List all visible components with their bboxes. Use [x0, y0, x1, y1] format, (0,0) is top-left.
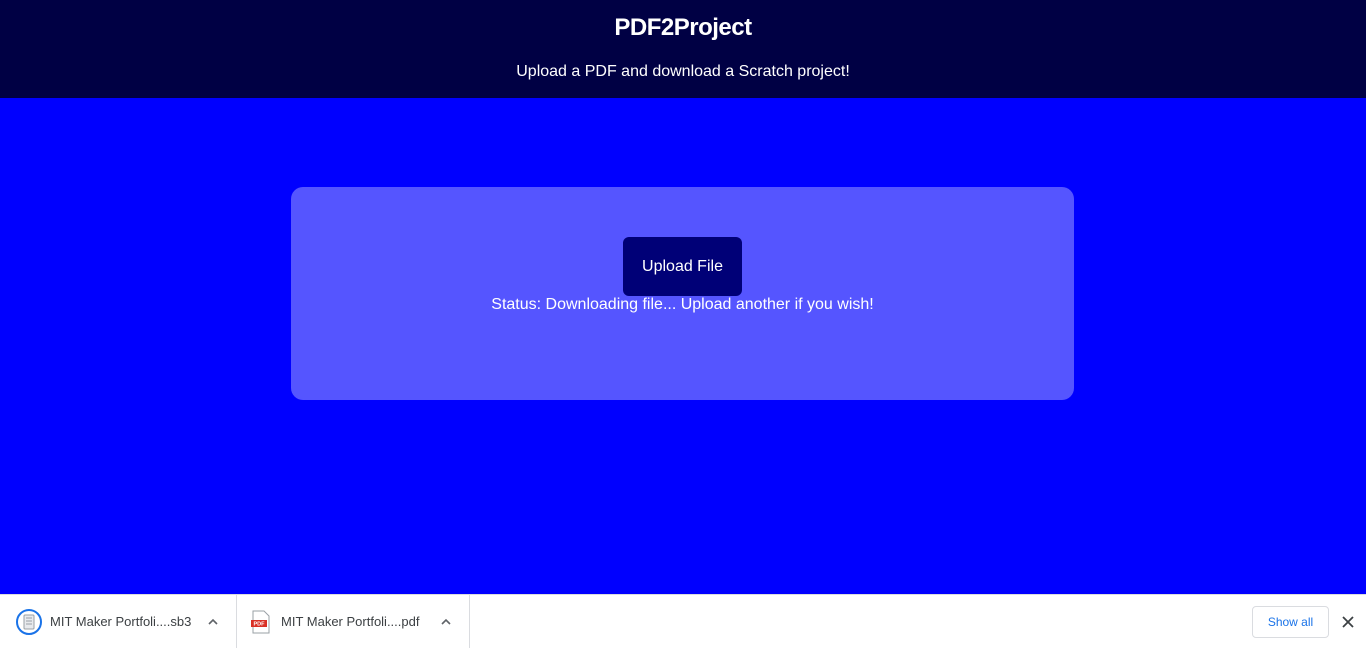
status-text: Status: Downloading file... Upload anoth… [491, 296, 874, 313]
upload-file-button[interactable]: Upload File [623, 237, 742, 296]
pdf-file-icon: PDF [251, 610, 270, 633]
site-header: PDF2Project Upload a PDF and download a … [0, 0, 1366, 98]
scratch-file-icon [16, 608, 42, 635]
page: PDF2Project Upload a PDF and download a … [0, 0, 1366, 648]
show-all-button[interactable]: Show all [1252, 606, 1329, 638]
close-icon[interactable] [1339, 613, 1357, 631]
page-subtitle: Upload a PDF and download a Scratch proj… [516, 63, 850, 80]
chevron-up-icon[interactable] [439, 615, 453, 629]
svg-text:PDF: PDF [254, 621, 266, 627]
download-item-name: MIT Maker Portfoli....sb3 [50, 614, 192, 629]
download-item-sb3[interactable]: MIT Maker Portfoli....sb3 [0, 595, 237, 648]
page-title: PDF2Project [614, 14, 752, 41]
upload-card: Upload File Status: Downloading file... … [291, 187, 1074, 400]
download-item-pdf[interactable]: PDF MIT Maker Portfoli....pdf [237, 595, 470, 648]
download-shelf: MIT Maker Portfoli....sb3 PDF MIT Maker … [0, 594, 1366, 648]
chevron-up-icon[interactable] [206, 615, 220, 629]
download-item-name: MIT Maker Portfoli....pdf [281, 614, 420, 629]
